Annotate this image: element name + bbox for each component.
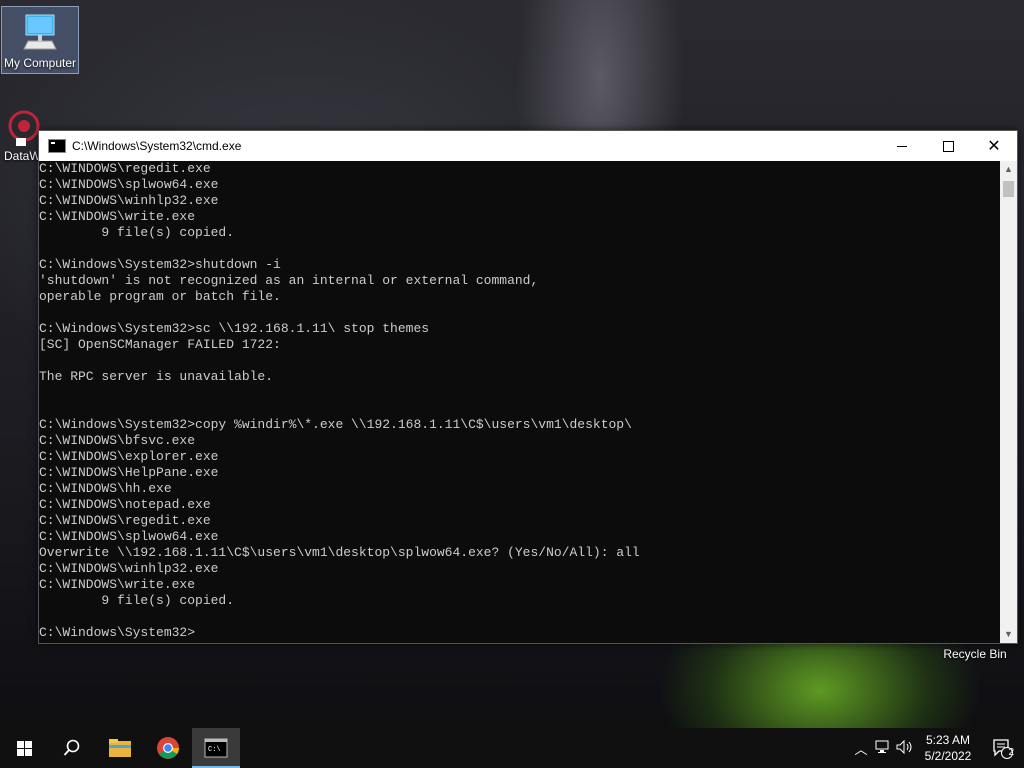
desktop-icon-my-computer[interactable]: My Computer [1,6,79,74]
maximize-button[interactable] [925,131,971,161]
cmd-icon [48,139,66,153]
clock[interactable]: 5:23 AM 5/2/2022 [916,732,980,764]
desktop-icon-label: My Computer [3,56,77,70]
svg-text:C:\: C:\ [208,746,221,754]
clock-date: 5/2/2022 [924,749,972,763]
cmd-icon: C:\ [204,738,228,758]
folder-icon [109,739,131,757]
chrome-button[interactable] [144,728,192,768]
desktop-icon-label: Recycle Bin [943,647,1007,661]
scroll-up-icon[interactable]: ▲ [1000,161,1017,178]
console-output[interactable]: C:\WINDOWS\regedit.exe C:\WINDOWS\splwow… [39,161,999,643]
action-center-button[interactable]: 2 [980,728,1024,768]
network-icon[interactable] [872,740,894,757]
computer-icon [23,14,57,50]
start-button[interactable] [0,728,48,768]
search-button[interactable] [48,728,96,768]
minimize-icon [897,145,907,147]
cmd-window[interactable]: C:\Windows\System32\cmd.exe ✕ C:\WINDOWS… [38,130,1018,644]
close-icon: ✕ [987,138,1001,155]
windows-logo-icon [16,740,32,756]
clock-time: 5:23 AM [925,733,971,747]
maximize-icon [942,140,954,152]
window-title: C:\Windows\System32\cmd.exe [72,139,242,153]
chrome-icon [157,737,179,759]
taskbar: C:\ ︿ 5:23 AM 5/2/2022 2 [0,728,1024,768]
vertical-scrollbar[interactable]: ▲ ▼ [1000,161,1017,643]
volume-icon[interactable] [894,739,916,757]
window-titlebar[interactable]: C:\Windows\System32\cmd.exe ✕ [39,131,1017,161]
chevron-up-icon[interactable]: ︿ [850,739,872,758]
file-explorer-button[interactable] [96,728,144,768]
cmd-taskbar-button[interactable]: C:\ [192,728,240,768]
notification-count: 2 [1008,747,1014,758]
console-text: C:\WINDOWS\regedit.exe C:\WINDOWS\splwow… [39,161,640,640]
system-tray: ︿ 5:23 AM 5/2/2022 2 [850,728,1024,768]
minimize-button[interactable] [879,131,925,161]
search-icon [63,739,80,756]
scroll-thumb[interactable] [1003,181,1014,197]
scroll-down-icon[interactable]: ▼ [1000,626,1017,643]
close-button[interactable]: ✕ [971,131,1017,161]
